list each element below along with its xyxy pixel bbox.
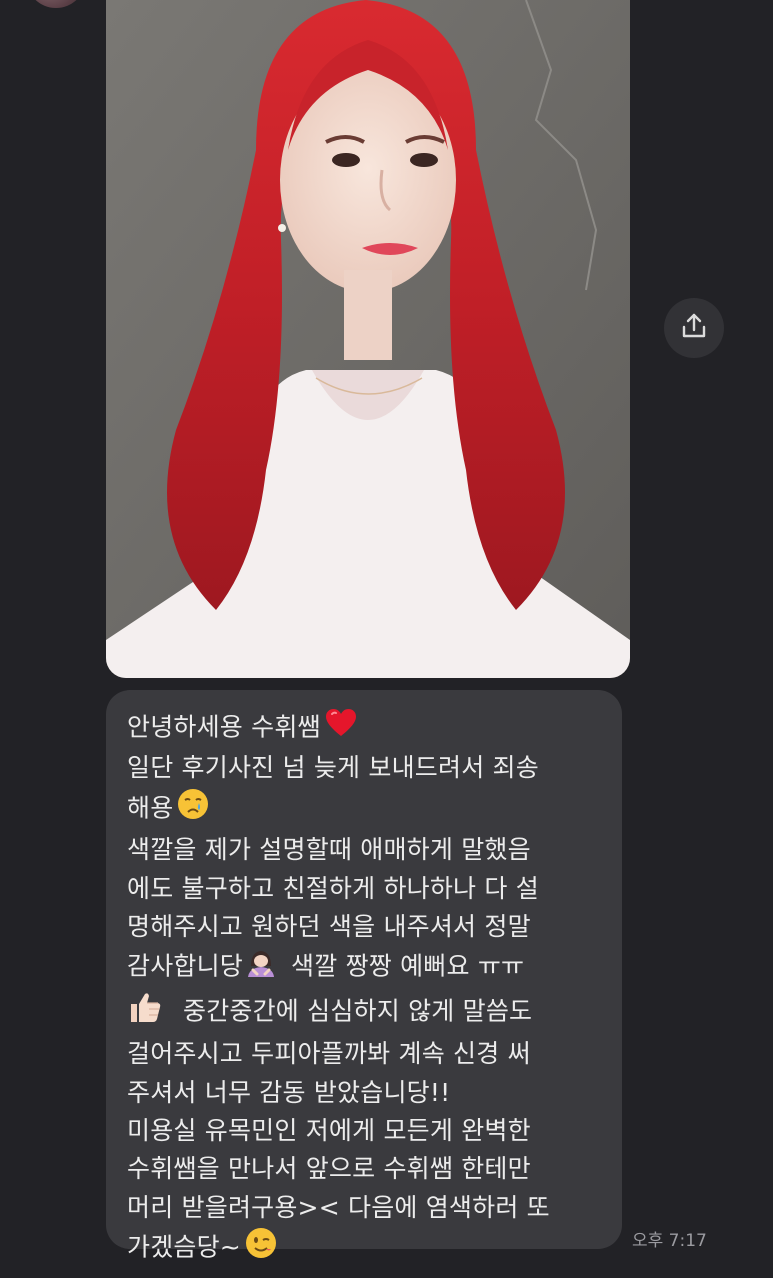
message-line: 색깔을 제가 설명할때 애매하게 말했음 bbox=[127, 835, 531, 865]
message-line: 수휘쌤을 만나서 앞으로 수휘쌤 한테만 bbox=[127, 1154, 531, 1184]
message-line: 감사합니당 색깔 짱짱 예뻐요 ㅠㅠ bbox=[127, 946, 602, 989]
message-line: 가겠슴당~ bbox=[127, 1227, 602, 1270]
red-heart-icon bbox=[325, 708, 357, 749]
message-line: 미용실 유목민인 저에게 모든게 완벽한 bbox=[127, 1116, 531, 1146]
chat-screen: 안녕하세용 수휘쌤 일단 후기사진 넘 늦게 보내드려서 죄송 해용 색깔을 제… bbox=[0, 0, 773, 1278]
shared-photo[interactable] bbox=[106, 0, 630, 678]
crying-face-icon bbox=[177, 788, 209, 831]
message-line: 주셔서 너무 감동 받았습니당!! bbox=[127, 1077, 451, 1107]
sender-avatar[interactable] bbox=[26, 0, 86, 8]
share-button[interactable] bbox=[664, 298, 724, 358]
share-icon bbox=[680, 312, 708, 344]
message-line: 명해주시고 원하던 색을 내주셔서 정말 bbox=[127, 912, 531, 942]
thumbs-up-icon bbox=[127, 990, 163, 1035]
message-line: 일단 후기사진 넘 늦게 보내드려서 죄송 bbox=[127, 753, 539, 783]
bowing-woman-icon bbox=[245, 946, 277, 989]
message-line: 걸어주시고 두피아플까봐 계속 신경 써 bbox=[127, 1039, 531, 1069]
message-line: 에도 불구하고 친절하게 하나하나 다 설 bbox=[127, 873, 539, 903]
message-timestamp: 오후 7:17 bbox=[632, 1231, 707, 1251]
message-bubble[interactable]: 안녕하세용 수휘쌤 일단 후기사진 넘 늦게 보내드려서 죄송 해용 색깔을 제… bbox=[106, 690, 622, 1262]
message-line: 해용 bbox=[127, 788, 602, 831]
message-line: 안녕하세용 수휘쌤 bbox=[127, 708, 602, 749]
winking-face-icon bbox=[245, 1227, 277, 1270]
message-line: 머리 받을려구용>< 다음에 염색하러 또 bbox=[127, 1192, 550, 1222]
photo-portrait bbox=[106, 0, 630, 678]
message-line: 중간중간에 심심하지 않게 말씀도 bbox=[127, 990, 602, 1035]
